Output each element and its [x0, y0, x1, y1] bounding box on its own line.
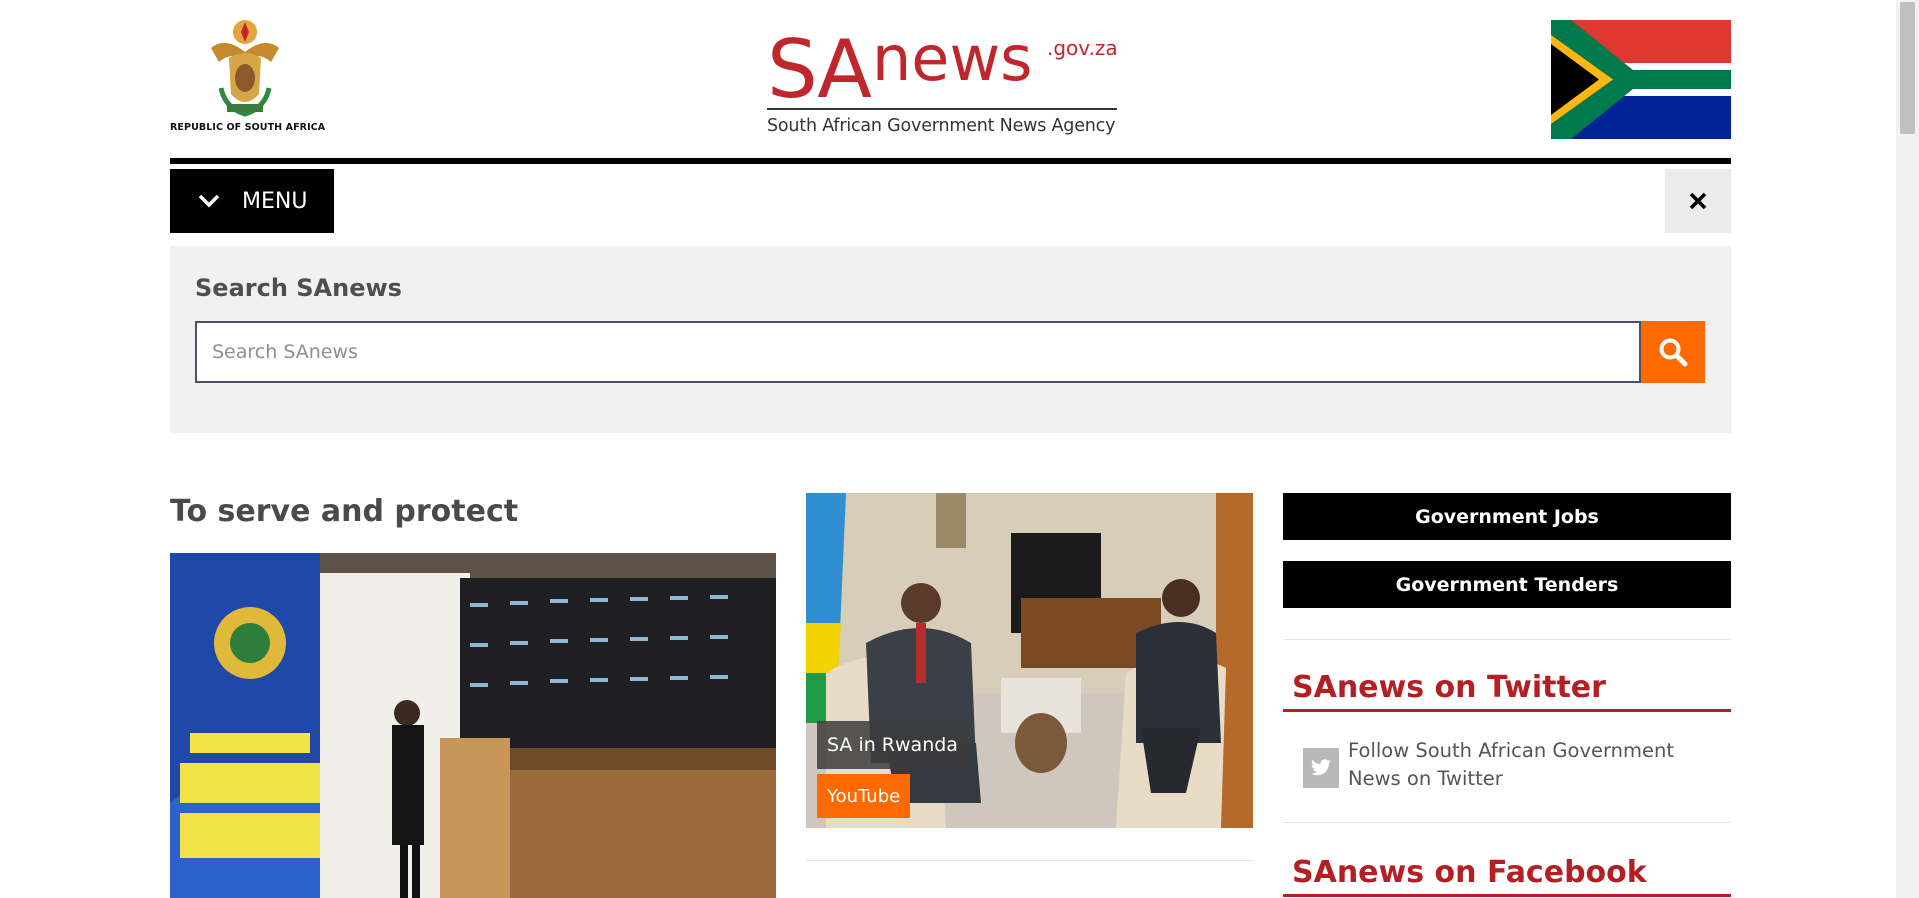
article-image[interactable]	[170, 553, 776, 898]
chevron-down-icon	[198, 194, 220, 208]
search-title: Search SAnews	[195, 274, 402, 302]
flag-icon	[1551, 20, 1731, 139]
scrollbar-thumb[interactable]	[1900, 2, 1915, 134]
search-panel: Search SAnews	[170, 246, 1731, 433]
search-icon	[1659, 338, 1688, 367]
logo-sa-text: SA	[767, 23, 872, 116]
article-headline[interactable]: To serve and protect	[170, 494, 518, 529]
content-divider	[806, 860, 1253, 861]
menu-label: MENU	[242, 188, 308, 214]
sanews-logo[interactable]: SA news .gov.za South African Government…	[767, 28, 1122, 140]
twitter-heading-underline	[1283, 709, 1731, 712]
logo-tagline: South African Government News Agency	[767, 116, 1116, 136]
twitter-icon	[1311, 759, 1331, 776]
twitter-heading: SAnews on Twitter	[1292, 670, 1606, 705]
feature-source-badge[interactable]: YouTube	[817, 774, 911, 818]
sidebar-divider	[1283, 822, 1731, 823]
south-africa-flag	[1551, 20, 1731, 139]
search-input[interactable]	[195, 321, 1641, 383]
twitter-icon-box[interactable]	[1303, 748, 1339, 788]
logo-divider	[767, 108, 1117, 110]
twitter-follow-link[interactable]: Follow South African Government News on …	[1348, 737, 1731, 793]
close-icon	[1689, 192, 1707, 210]
government-jobs-button[interactable]: Government Jobs	[1283, 493, 1731, 540]
logo-domain-text: .gov.za	[1047, 36, 1118, 60]
facebook-heading: SAnews on Facebook	[1292, 855, 1647, 890]
menu-button[interactable]: MENU	[170, 169, 334, 233]
coat-of-arms[interactable]: REPUBLIC OF SOUTH AFRICA	[170, 18, 326, 143]
logo-news-text: news	[872, 22, 1033, 95]
sidebar-divider	[1283, 639, 1731, 640]
government-tenders-button[interactable]: Government Tenders	[1283, 561, 1731, 608]
press-conference-photo	[170, 553, 776, 898]
header-divider-bar	[170, 158, 1731, 164]
close-search-button[interactable]	[1665, 169, 1731, 233]
search-button[interactable]	[1641, 321, 1705, 383]
facebook-heading-underline	[1283, 894, 1731, 897]
coat-of-arms-emblem	[211, 20, 279, 117]
page-scrollbar[interactable]	[1896, 0, 1919, 898]
coat-caption: REPUBLIC OF SOUTH AFRICA	[170, 122, 326, 133]
feature-caption[interactable]: SA in Rwanda	[817, 721, 968, 769]
